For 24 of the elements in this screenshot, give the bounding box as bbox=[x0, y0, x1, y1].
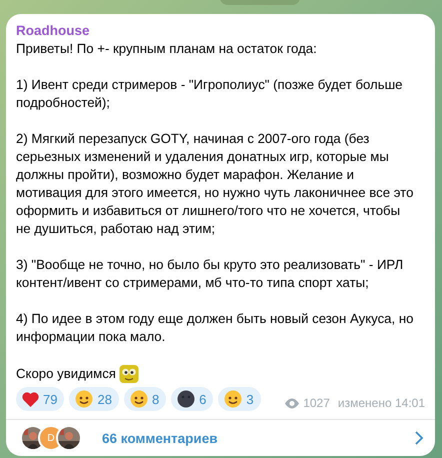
reaction-button[interactable]: 3 bbox=[218, 387, 261, 411]
message-paragraph: Приветы! По +- крупным планам на остаток года: bbox=[16, 40, 318, 58]
smiley-icon bbox=[224, 390, 242, 408]
reaction-button[interactable]: 79 bbox=[16, 387, 64, 411]
moon-icon bbox=[177, 390, 196, 408]
message-paragraph: 2) Мягкий перезапуск GOTY, начиная с 2007-ого года (без серьезных изменений и удаления донатных игр, которые мы должны пройти), возможно будет марафон. Желание и мотивация для этого имеется, но нужно чуть лаконичнее все это оформить и избавиться от лишнего/того что не хочется, чтобы не душиться, работаю над этим; bbox=[16, 130, 414, 238]
smiley-icon bbox=[130, 390, 148, 408]
message-paragraph: 3) "Вообще не точно, но было бы круто это реализовать" - ИРЛ контент/ивент со стримерами, мб что-то типа спорт хаты; bbox=[16, 256, 404, 292]
message-paragraph: 4) По идее в этом году еще должен быть новый сезон Аукуса, но информации пока мало. bbox=[16, 310, 414, 346]
reaction-button[interactable]: 8 bbox=[124, 387, 166, 411]
sticker-face-icon bbox=[118, 364, 139, 384]
message-paragraph: 1) Ивент среди стримеров - "Игрополиус" (позже будет больше подробностей); bbox=[16, 76, 404, 112]
heart-icon bbox=[22, 392, 39, 406]
message-paragraph: Скоро увидимся bbox=[16, 365, 116, 383]
chevron-right-icon[interactable] bbox=[415, 431, 423, 445]
channel-name: Roadhouse bbox=[16, 22, 91, 40]
comments-bar[interactable]: D 66 комментариев bbox=[6, 419, 435, 456]
view-count: 1027 bbox=[303, 396, 330, 410]
reaction-button[interactable]: 28 bbox=[69, 387, 119, 411]
edited-time: изменено 14:01 bbox=[338, 396, 425, 410]
eye-icon bbox=[284, 398, 300, 408]
smiley-icon bbox=[75, 390, 94, 408]
reaction-button[interactable]: 6 bbox=[171, 387, 214, 411]
comments-link[interactable]: 66 комментариев bbox=[102, 430, 415, 446]
